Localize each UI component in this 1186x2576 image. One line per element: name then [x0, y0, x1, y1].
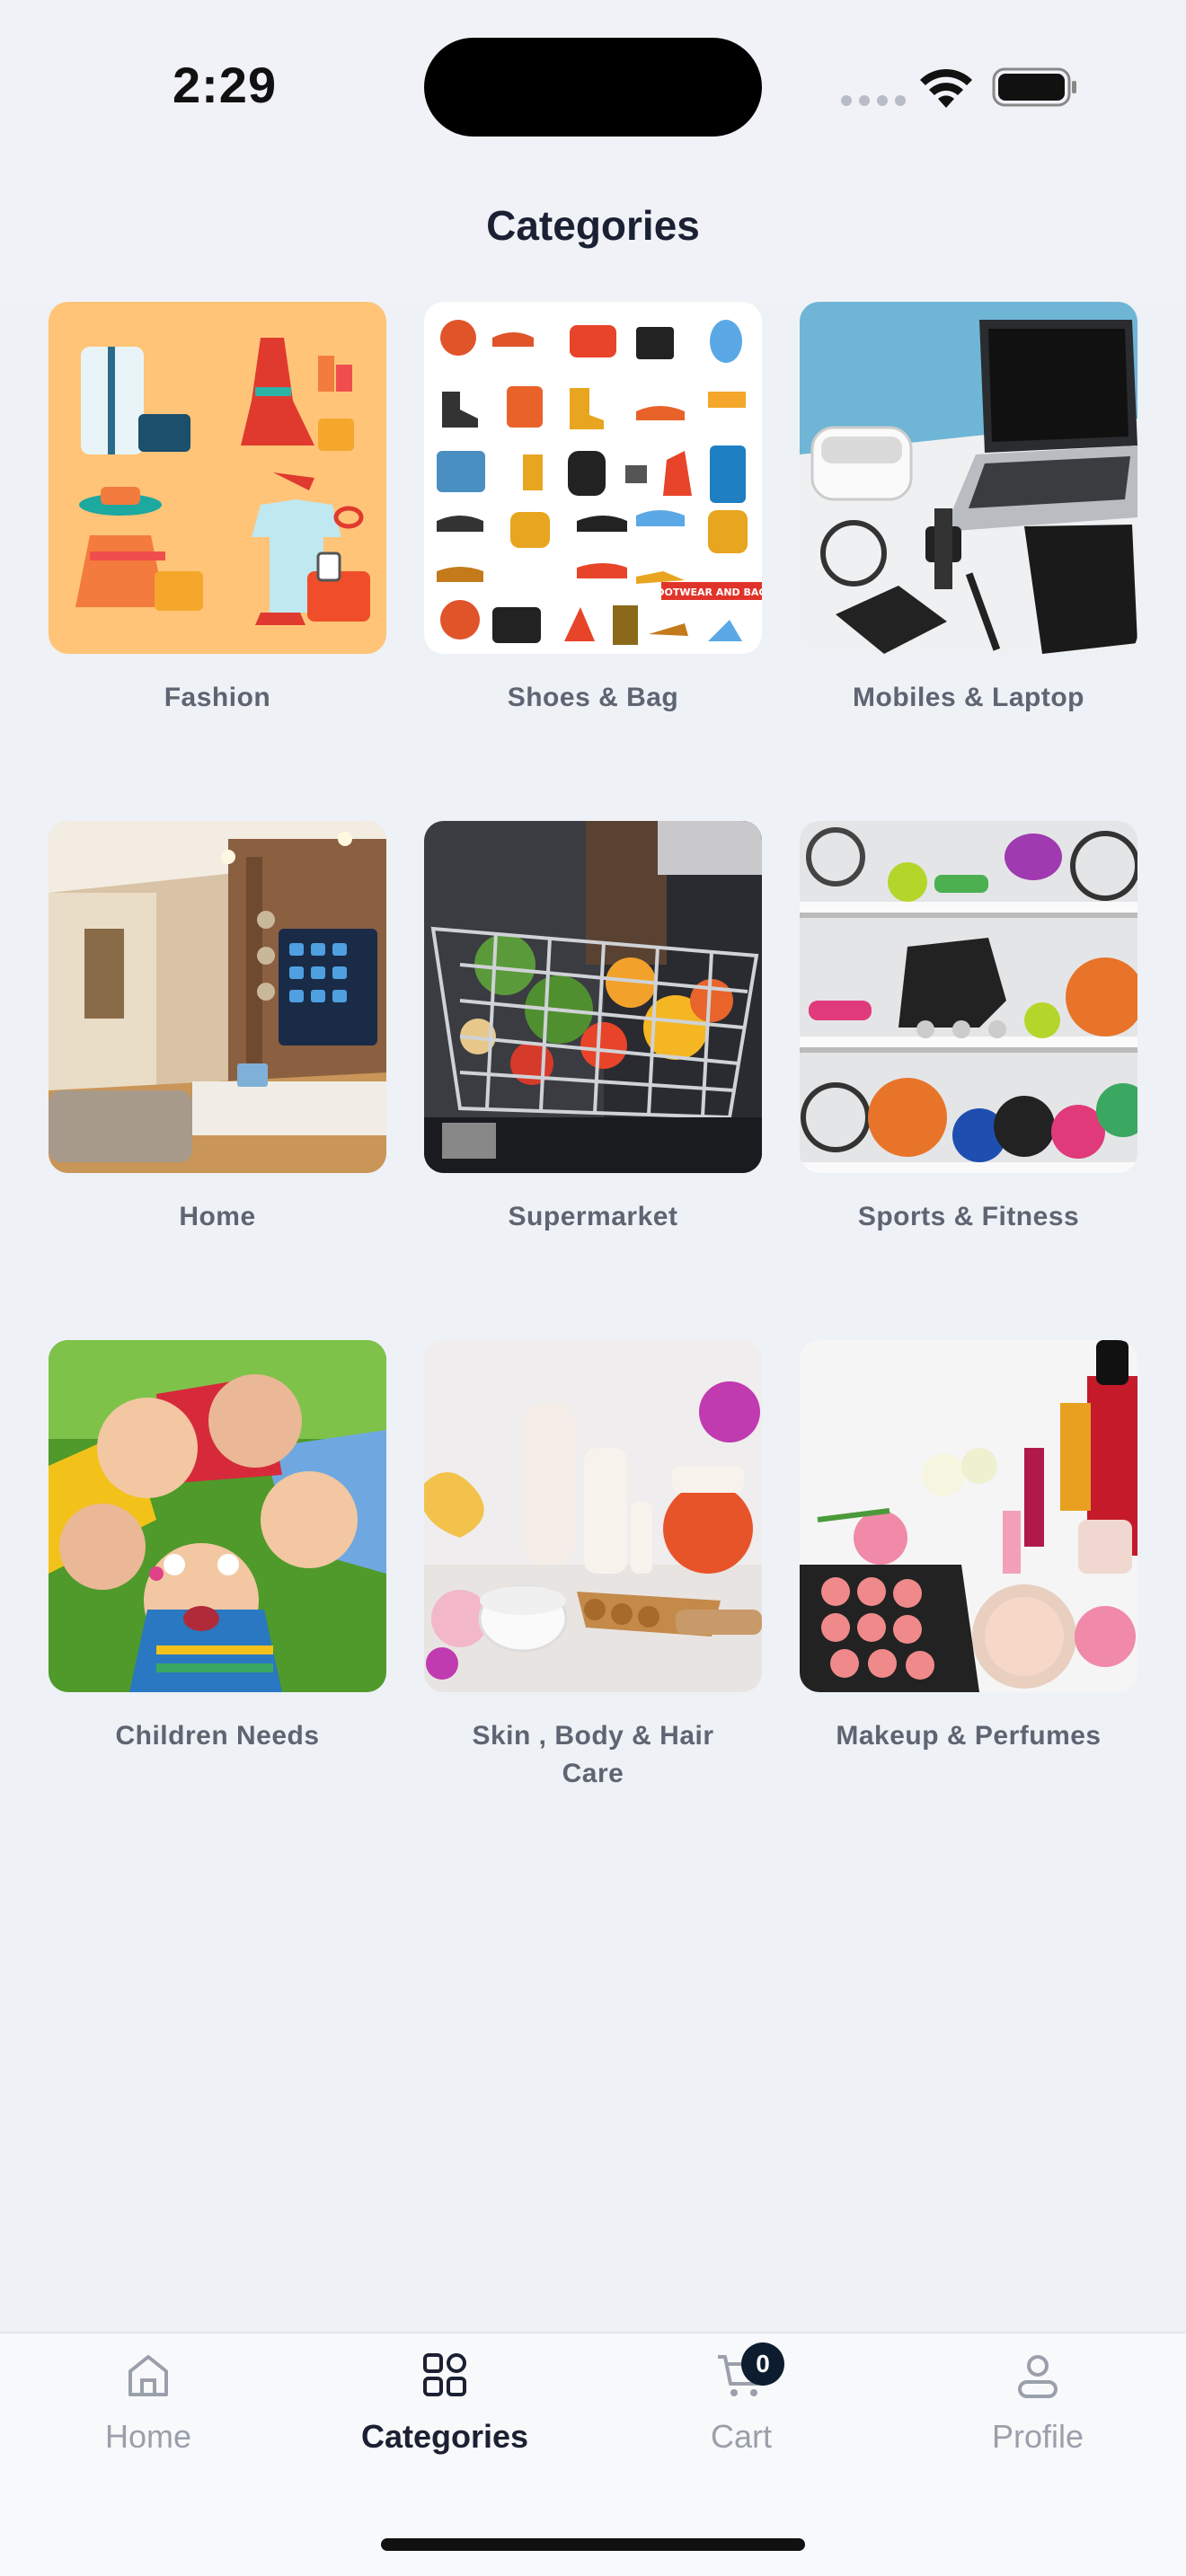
page-header: Categories — [0, 171, 1186, 302]
shopping-cart-image — [424, 821, 762, 1173]
nav-item-home[interactable]: Home — [0, 2333, 296, 2513]
home-indicator — [381, 2538, 805, 2551]
category-label: Mobiles & Laptop — [853, 683, 1084, 712]
categories-icon — [423, 2353, 466, 2396]
wifi-icon — [920, 68, 972, 108]
nav-label-profile: Profile — [991, 2418, 1084, 2455]
category-label: Skin , Body & Hair Care — [472, 1721, 714, 1788]
nav-label-cart: Cart — [710, 2418, 772, 2455]
category-card-sports-fitness[interactable]: Sports & Fitness — [800, 821, 1137, 1340]
makeup-image — [800, 1340, 1137, 1692]
category-card-children-needs[interactable]: Children Needs — [49, 1340, 386, 1859]
profile-icon — [1018, 2355, 1058, 2398]
banner-text: FOOTWEAR AND BAGS — [650, 587, 762, 598]
category-label: Children Needs — [115, 1721, 320, 1751]
page-title: Categories — [486, 202, 700, 249]
children-image — [49, 1340, 386, 1692]
category-label: Fashion — [164, 683, 271, 712]
nav-label-home: Home — [104, 2418, 192, 2455]
category-label: Shoes & Bag — [507, 683, 679, 712]
home-interior-image — [49, 821, 386, 1173]
nav-item-cart[interactable]: 0 Cart — [593, 2333, 890, 2513]
home-icon — [128, 2355, 168, 2396]
category-card-home[interactable]: Home — [49, 821, 386, 1340]
category-label: Home — [179, 1202, 256, 1231]
category-label: Sports & Fitness — [857, 1202, 1080, 1231]
category-card-supermarket[interactable]: Supermarket — [424, 821, 762, 1340]
cellular-signal-icon — [841, 95, 906, 106]
nav-item-profile[interactable]: Profile — [890, 2333, 1186, 2513]
shoes-bag-image: FOOTWEAR AND BAGS — [424, 302, 762, 654]
dynamic-island — [424, 38, 762, 137]
skincare-image — [424, 1340, 762, 1692]
category-card-mobiles-laptop[interactable]: Mobiles & Laptop — [800, 302, 1137, 821]
sports-equipment-image — [800, 821, 1137, 1173]
category-label: Makeup & Perfumes — [836, 1721, 1102, 1751]
category-card-skin-body-hair[interactable]: Skin , Body & Hair Care — [424, 1340, 762, 1859]
cart-icon-wrapper: 0 — [714, 2342, 784, 2402]
category-card-makeup-perfumes[interactable]: Makeup & Perfumes — [800, 1340, 1137, 1859]
nav-item-categories[interactable]: Categories — [296, 2333, 593, 2513]
categories-grid: Fashion FOOTWEAR AND BAGS Shoes & Bag Mo… — [49, 302, 1137, 1859]
status-bar: 2:29 — [0, 0, 1186, 171]
cart-badge: 0 — [741, 2342, 784, 2386]
category-card-shoes-bag[interactable]: FOOTWEAR AND BAGS Shoes & Bag — [424, 302, 762, 821]
battery-icon — [992, 67, 1076, 107]
mobiles-laptop-image — [800, 302, 1137, 654]
nav-label-categories: Categories — [360, 2418, 529, 2455]
status-time: 2:29 — [173, 57, 278, 113]
category-label: Supermarket — [508, 1202, 678, 1231]
category-card-fashion[interactable]: Fashion — [49, 302, 386, 821]
fashion-image — [49, 302, 386, 654]
